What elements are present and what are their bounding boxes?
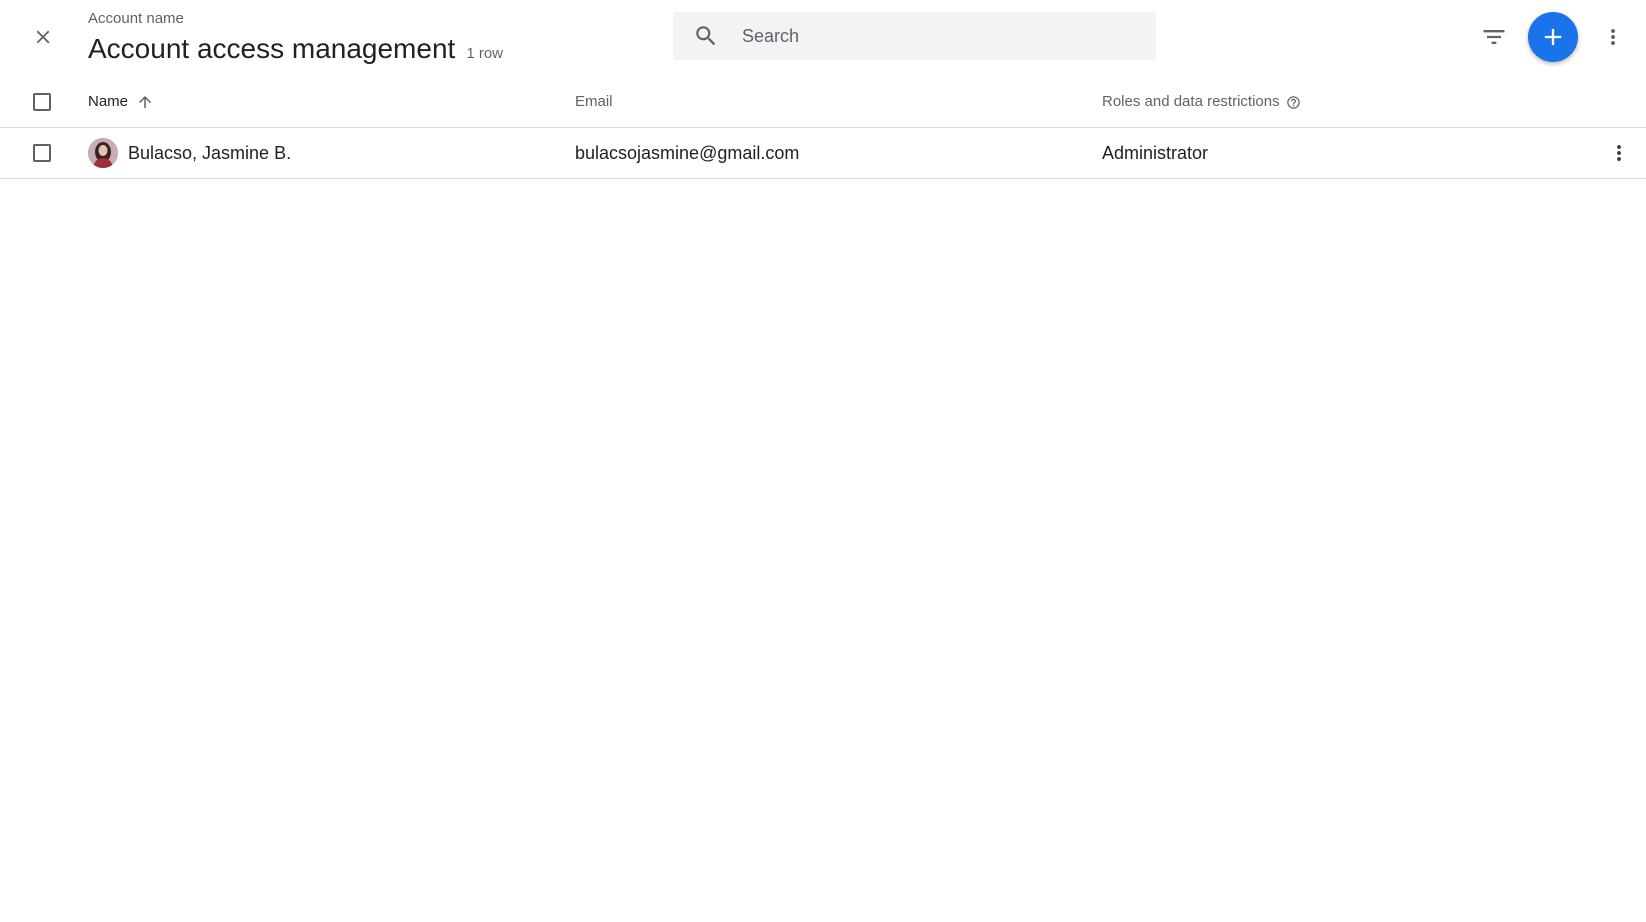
column-header-email[interactable]: Email [575, 92, 613, 112]
user-email: bulacsojasmine@gmail.com [575, 143, 800, 163]
select-all-checkbox[interactable] [33, 93, 51, 111]
top-bar: Account name Account access management 1… [0, 0, 1646, 76]
table-header: Name Email Roles and data restrictions [0, 77, 1646, 128]
user-role: Administrator [1102, 143, 1209, 163]
title-block: Account name Account access management 1… [88, 10, 503, 66]
more-options-button[interactable] [1598, 20, 1628, 54]
search-bar[interactable] [673, 12, 1156, 60]
page-title: Account access management [88, 33, 456, 64]
row-checkbox[interactable] [33, 144, 51, 162]
column-header-email-label: Email [575, 93, 613, 110]
row-count-badge: 1 row [466, 45, 503, 62]
add-user-button[interactable] [1528, 12, 1578, 62]
filter-button[interactable] [1477, 20, 1511, 54]
row-more-options-button[interactable] [1605, 137, 1633, 169]
search-input[interactable] [742, 12, 1142, 60]
account-name-label: Account name [88, 10, 184, 27]
user-name: Bulacso, Jasmine B. [128, 143, 292, 163]
help-icon[interactable] [1286, 95, 1301, 110]
search-icon [696, 26, 716, 46]
column-header-name[interactable]: Name [88, 92, 154, 112]
users-table: Name Email Roles and data restrictions B… [0, 77, 1646, 179]
column-header-name-label: Name [88, 93, 129, 110]
filter-icon [1483, 30, 1505, 44]
close-icon [36, 30, 50, 44]
plus-icon [1544, 28, 1562, 46]
column-header-roles-label: Roles and data restrictions [1102, 93, 1280, 110]
close-button[interactable] [24, 18, 62, 56]
more-vert-icon [1611, 29, 1615, 45]
more-vert-icon [1617, 145, 1621, 161]
sort-ascending-icon[interactable] [136, 93, 154, 111]
table-row[interactable]: Bulacso, Jasmine B. bulacsojasmine@gmail… [0, 128, 1646, 179]
avatar [88, 138, 118, 168]
column-header-roles[interactable]: Roles and data restrictions [1102, 92, 1301, 112]
title-row: Account access management 1 row [88, 32, 503, 66]
